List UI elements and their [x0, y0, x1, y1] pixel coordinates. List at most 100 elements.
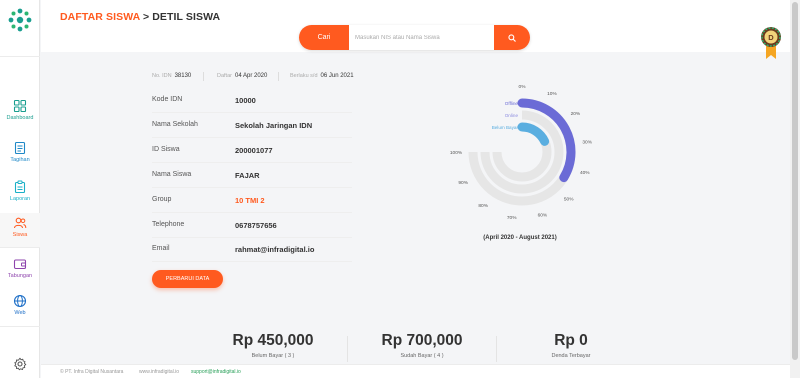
tick-label: 0% [519, 84, 527, 90]
sidebar-item-label: Siswa [12, 232, 28, 238]
sidebar-item-label: Laporan [9, 196, 31, 202]
sidebar-item-siswa[interactable]: Siswa [0, 213, 40, 247]
meta-daftar-label: Daftar [217, 73, 232, 79]
update-data-button[interactable]: PERBARUI DATA [152, 270, 223, 288]
tick-label: 10% [547, 91, 557, 97]
row-divider [152, 162, 352, 163]
sidebar-divider [0, 326, 40, 327]
profile-label-group: Group [152, 196, 172, 203]
stat-caption: Belum Bayar ( 3 ) [251, 353, 295, 359]
breadcrumb-parent[interactable]: DAFTAR SISWA [60, 11, 140, 23]
stat-belum-bayar: Rp 450,000 Belum Bayar ( 3 ) [199, 324, 347, 362]
profile-label-id-siswa: ID Siswa [152, 146, 180, 153]
sidebar-item-label: Tabungan [7, 273, 33, 279]
meta-berlaku: Berlaku s/d 06 Jun 2021 [290, 73, 354, 79]
page-scrollbar[interactable] [790, 0, 800, 378]
dashboard-icon [13, 99, 27, 113]
page-title: DAFTAR SISWA > DETIL SISWA [60, 11, 220, 23]
sidebar-item-label: Tagihan [10, 157, 30, 163]
tick-label: 50% [564, 196, 574, 202]
invoice-icon [14, 141, 26, 155]
badge-letter: D [768, 33, 774, 42]
breadcrumb-current: DETIL SISWA [152, 11, 221, 23]
profile-label-nama-sekolah: Nama Sekolah [152, 121, 198, 128]
footer: © PT. Infra Digital Nusantara www.infrad… [41, 364, 800, 378]
tick-label: 90% [458, 180, 468, 186]
search-button[interactable] [494, 25, 530, 50]
gear-icon[interactable] [13, 357, 27, 371]
tick-label: 100% [450, 150, 463, 156]
footer-email-link[interactable]: support@infradigital.io [191, 369, 241, 375]
profile-label-email: Email [152, 245, 170, 252]
footer-site[interactable]: www.infradigital.io [139, 369, 179, 375]
achievement-badge-icon[interactable]: D [760, 26, 782, 60]
sidebar-item-dashboard[interactable]: Dashboard [0, 96, 40, 130]
tick-label: 80% [478, 203, 488, 209]
search-icon [508, 33, 516, 42]
scrollbar-thumb[interactable] [792, 2, 798, 360]
sidebar: Dashboard Tagihan Laporan Siswa Tabungan… [0, 0, 40, 378]
meta-id: No. IDN 38130 [152, 73, 191, 79]
meta-divider [278, 72, 279, 81]
row-divider [152, 187, 352, 188]
series-label: Online [505, 113, 519, 118]
profile-value-nama-siswa: FAJAR [235, 171, 260, 180]
tick-label: 40% [580, 170, 590, 176]
search-input[interactable] [349, 25, 493, 50]
chart-caption: (April 2020 - August 2021) [483, 235, 557, 241]
profile-label-nama-siswa: Nama Siswa [152, 171, 192, 178]
stat-caption: Denda Terbayar [551, 353, 591, 359]
row-divider [152, 237, 352, 238]
tick-label: 60% [538, 213, 548, 219]
tick-label: 20% [571, 111, 581, 117]
profile-label-kode-idn: Kode IDN [152, 96, 183, 103]
sidebar-item-web[interactable]: Web [0, 291, 40, 325]
stat-amount: Rp 700,000 [381, 332, 463, 349]
profile-value-email: rahmat@infradigital.io [235, 245, 315, 254]
globe-icon [13, 294, 27, 308]
row-divider [152, 137, 352, 138]
meta-berlaku-label: Berlaku s/d [290, 73, 318, 79]
stat-denda: Rp 0 Denda Terbayar [497, 324, 645, 362]
search-label-button[interactable]: Cari [299, 25, 349, 50]
search-bar: Cari [299, 25, 530, 50]
stat-caption: Sudah Bayar ( 4 ) [400, 353, 444, 359]
stat-amount: Rp 450,000 [232, 332, 314, 349]
radial-bar-belum-bayar [517, 122, 550, 146]
sidebar-divider [0, 247, 40, 248]
profile-value-id-siswa: 200001077 [235, 146, 273, 155]
meta-divider [203, 72, 204, 81]
payment-radial-chart: Offline Online Belum Bayar 0% 10% 20% 30% 40% 50… [450, 84, 593, 221]
row-divider [152, 261, 352, 262]
users-icon [13, 217, 27, 229]
meta-berlaku-value: 06 Jun 2021 [320, 73, 354, 79]
footer-company: © PT. Infra Digital Nusantara [60, 369, 124, 375]
tick-label: 30% [582, 139, 592, 145]
row-divider [152, 112, 352, 113]
summary-stats: Rp 450,000 Belum Bayar ( 3 ) Rp 700,000 … [199, 324, 645, 362]
series-label: Belum Bayar [492, 125, 519, 130]
stat-amount: Rp 0 [554, 332, 588, 349]
meta-daftar-value: 04 Apr 2020 [234, 73, 268, 79]
sidebar-divider [0, 56, 40, 57]
app-logo-icon[interactable] [8, 8, 32, 32]
profile-value-kode-idn: 10000 [235, 96, 256, 105]
series-label: Offline [505, 101, 519, 106]
sidebar-item-label: Dashboard [6, 115, 34, 121]
profile-label-telephone: Telephone [152, 221, 185, 228]
tick-label: 70% [507, 215, 517, 221]
meta-id-value: 38130 [174, 73, 192, 79]
breadcrumb-separator: > [139, 11, 153, 23]
clipboard-icon [14, 180, 26, 194]
meta-daftar: Daftar 04 Apr 2020 [217, 73, 267, 79]
wallet-icon [13, 259, 27, 270]
row-divider [152, 212, 352, 213]
sidebar-item-tagihan[interactable]: Tagihan [0, 138, 40, 172]
profile-value-group[interactable]: 10 TMI 2 [235, 196, 265, 205]
meta-id-label: No. IDN [152, 73, 172, 79]
profile-value-telephone: 0678757656 [235, 221, 277, 230]
sidebar-item-laporan[interactable]: Laporan [0, 177, 40, 211]
sidebar-item-tabungan[interactable]: Tabungan [0, 254, 40, 288]
profile-value-nama-sekolah: Sekolah Jaringan IDN [235, 121, 313, 130]
stat-sudah-bayar: Rp 700,000 Sudah Bayar ( 4 ) [348, 324, 496, 362]
